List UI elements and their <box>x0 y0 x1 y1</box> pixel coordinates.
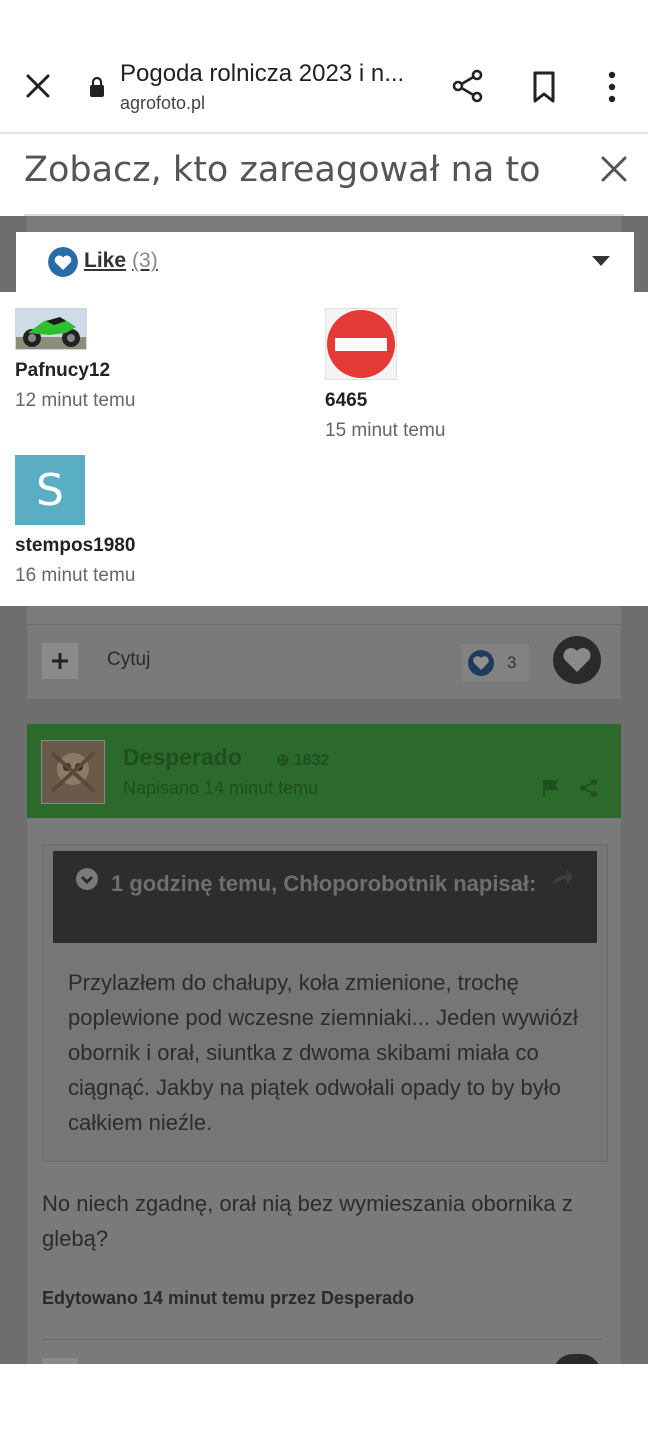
reputation: ⊕ 1832 <box>276 750 329 770</box>
post-actions: Cytuj 3 <box>27 624 621 699</box>
heart-icon <box>468 650 494 676</box>
post-date: Napisano 14 minut temu <box>123 778 319 798</box>
heart-icon <box>48 247 78 277</box>
lock-icon <box>90 76 104 97</box>
no-entry-icon <box>327 310 395 378</box>
list-item[interactable]: 6465 15 minut temu <box>325 308 445 442</box>
divider <box>42 1339 602 1340</box>
bottom-bar <box>0 1364 648 1440</box>
edited-note: Edytowano 14 minut temu przez Desperado <box>42 1288 415 1308</box>
reaction-time: 12 minut temu <box>15 390 136 411</box>
flag-icon[interactable] <box>541 778 561 798</box>
tab-like-text: Like <box>84 249 127 272</box>
quote-header-text: 1 godzinę temu, Chłoporobotnik napisał: <box>111 871 537 896</box>
close-icon[interactable] <box>22 70 54 102</box>
avatar[interactable]: S <box>15 455 85 525</box>
post-body: No niech zgadnę, orał nią bez wymieszani… <box>42 1191 573 1251</box>
close-dialog-icon[interactable] <box>598 153 630 185</box>
dialog-divider <box>24 214 624 216</box>
skull-emblem-icon <box>50 751 96 793</box>
author-name[interactable]: Desperado <box>123 744 242 771</box>
more-menu-icon[interactable] <box>600 70 624 104</box>
tab-like-label: Like (3) <box>84 249 158 273</box>
username[interactable]: Pafnucy12 <box>15 360 135 382</box>
expand-button[interactable] <box>42 643 78 679</box>
share-icon[interactable] <box>579 778 599 798</box>
page-title[interactable]: Pogoda rolnicza 2023 i n... <box>120 60 420 88</box>
react-heart-button[interactable] <box>552 635 602 685</box>
reaction-time: 15 minut temu <box>325 420 446 441</box>
reputation-icon: ⊕ <box>276 752 294 769</box>
browser-toolbar: Pogoda rolnicza 2023 i n... agrofoto.pl <box>0 0 648 134</box>
reputation-value: 1832 <box>293 752 330 769</box>
avatar-letter: S <box>36 464 64 516</box>
chevron-down-icon[interactable] <box>592 256 610 266</box>
bookmark-icon[interactable] <box>528 70 560 104</box>
post-header: Desperado ⊕ 1832 Napisano 14 minut temu <box>27 724 621 818</box>
go-to-quote-icon[interactable] <box>551 867 575 887</box>
quote-text: Przylazłem do chałupy, koła zmienione, t… <box>68 970 578 1135</box>
share-icon[interactable] <box>450 68 486 104</box>
list-item[interactable]: S stempos1980 16 minut temu <box>15 455 135 587</box>
reaction-count: 3 <box>507 653 517 672</box>
quote-block: 1 godzinę temu, Chłoporobotnik napisał: … <box>42 844 608 1162</box>
username[interactable]: stempos1980 <box>15 535 135 557</box>
list-item[interactable]: Pafnucy12 12 minut temu <box>15 308 135 412</box>
plus-icon <box>52 653 68 669</box>
quote-header[interactable]: 1 godzinę temu, Chłoporobotnik napisał: <box>53 851 597 943</box>
avatar[interactable] <box>325 308 397 380</box>
motorcycle-icon <box>16 309 86 349</box>
tab-like-count: (3) <box>132 249 158 272</box>
author-avatar[interactable] <box>41 740 105 804</box>
quote-link[interactable]: Cytuj <box>107 649 150 671</box>
dialog-title: Zobacz, kto zareagował na to <box>24 150 541 190</box>
avatar[interactable] <box>15 308 87 350</box>
reactors-list: Pafnucy12 12 minut temu 6465 15 minut te… <box>0 292 648 606</box>
username[interactable]: 6465 <box>325 390 445 412</box>
page-domain[interactable]: agrofoto.pl <box>120 93 205 114</box>
reaction-time: 16 minut temu <box>15 565 136 586</box>
reaction-count-badge[interactable]: 3 <box>460 643 530 683</box>
